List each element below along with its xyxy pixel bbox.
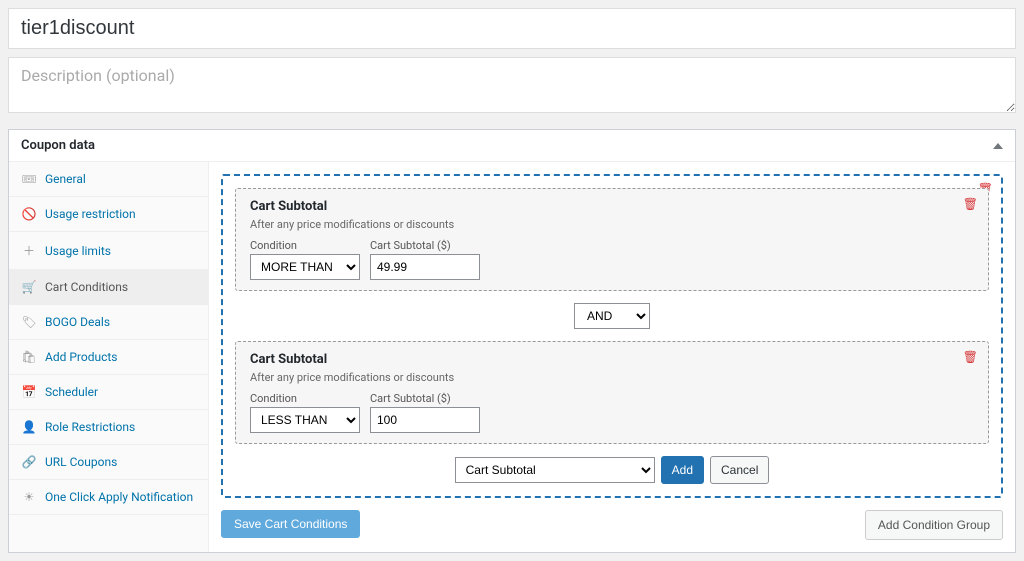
tab-label: BOGO Deals (45, 315, 110, 329)
amount-label: Cart Subtotal ($) (370, 239, 480, 252)
coupon-title-input[interactable] (8, 8, 1016, 49)
tab-url-coupons[interactable]: 🔗 URL Coupons (9, 445, 208, 480)
condition-group: 🗑 🗑 Cart Subtotal After any price modifi… (221, 174, 1003, 498)
add-button[interactable]: Add (661, 456, 704, 484)
condition-operator-select[interactable]: LESS THAN (250, 407, 360, 433)
tab-general[interactable]: 🎟 General (9, 162, 208, 197)
panel-title: Coupon data (21, 138, 95, 153)
condition-subtitle: After any price modifications or discoun… (250, 218, 974, 231)
coupon-data-panel: Coupon data 🎟 General 🚫 Usage restriction … (8, 129, 1016, 553)
bell-icon: ☀ (21, 490, 37, 504)
link-icon: 🔗 (21, 455, 37, 469)
tab-label: General (45, 172, 86, 186)
condition-card: 🗑 Cart Subtotal After any price modifica… (235, 341, 989, 444)
tab-label: Add Products (45, 350, 118, 364)
tab-cart-conditions[interactable]: 🛒 Cart Conditions (9, 270, 208, 305)
tab-usage-limits[interactable]: ＋ Usage limits (9, 232, 208, 270)
condition-card: 🗑 Cart Subtotal After any price modifica… (235, 188, 989, 291)
trash-icon[interactable]: 🗑 (963, 350, 978, 364)
collapse-icon[interactable] (993, 143, 1003, 149)
amount-input[interactable] (370, 407, 480, 433)
amount-label: Cart Subtotal ($) (370, 392, 480, 405)
tab-usage-restriction[interactable]: 🚫 Usage restriction (9, 197, 208, 232)
amount-input[interactable] (370, 254, 480, 280)
tab-role-restrictions[interactable]: 👤 Role Restrictions (9, 410, 208, 445)
description-textarea[interactable] (8, 57, 1016, 113)
settings-tabs: 🎟 General 🚫 Usage restriction ＋ Usage limit… (9, 162, 209, 552)
tab-label: Usage limits (45, 244, 111, 258)
tab-scheduler[interactable]: 📅 Scheduler (9, 375, 208, 410)
panel-header: Coupon data (9, 130, 1015, 162)
tab-one-click-apply[interactable]: ☀ One Click Apply Notification (9, 480, 208, 515)
calendar-icon: 📅 (21, 385, 37, 399)
trash-icon[interactable]: 🗑 (963, 197, 978, 211)
cart-icon: 🛒 (21, 280, 37, 294)
condition-title: Cart Subtotal (250, 199, 974, 214)
tab-bogo-deals[interactable]: 🏷 BOGO Deals (9, 305, 208, 340)
condition-label: Condition (250, 239, 360, 252)
tab-label: Role Restrictions (45, 420, 135, 434)
cancel-button[interactable]: Cancel (710, 456, 769, 484)
save-cart-conditions-button[interactable]: Save Cart Conditions (221, 510, 360, 538)
condition-title: Cart Subtotal (250, 352, 974, 367)
condition-subtitle: After any price modifications or discoun… (250, 371, 974, 384)
user-icon: 👤 (21, 420, 37, 434)
logic-operator-select[interactable]: AND (574, 303, 650, 329)
tab-add-products[interactable]: 🛍 Add Products (9, 340, 208, 375)
condition-label: Condition (250, 392, 360, 405)
ticket-icon: 🎟 (21, 172, 37, 186)
tab-label: Scheduler (45, 385, 98, 399)
condition-operator-select[interactable]: MORE THAN (250, 254, 360, 280)
tab-content: 🗑 🗑 Cart Subtotal After any price modifi… (209, 162, 1015, 552)
plus-icon: ＋ (21, 242, 37, 259)
tab-label: Usage restriction (45, 207, 136, 221)
tab-label: URL Coupons (45, 455, 117, 469)
condition-type-select[interactable]: Cart Subtotal (455, 457, 655, 483)
bag-icon: 🛍 (21, 350, 37, 364)
add-condition-group-button[interactable]: Add Condition Group (865, 510, 1003, 540)
tag-icon: 🏷 (21, 315, 37, 329)
ban-icon: 🚫 (21, 207, 37, 221)
tab-label: One Click Apply Notification (45, 490, 193, 504)
tab-label: Cart Conditions (45, 280, 128, 294)
